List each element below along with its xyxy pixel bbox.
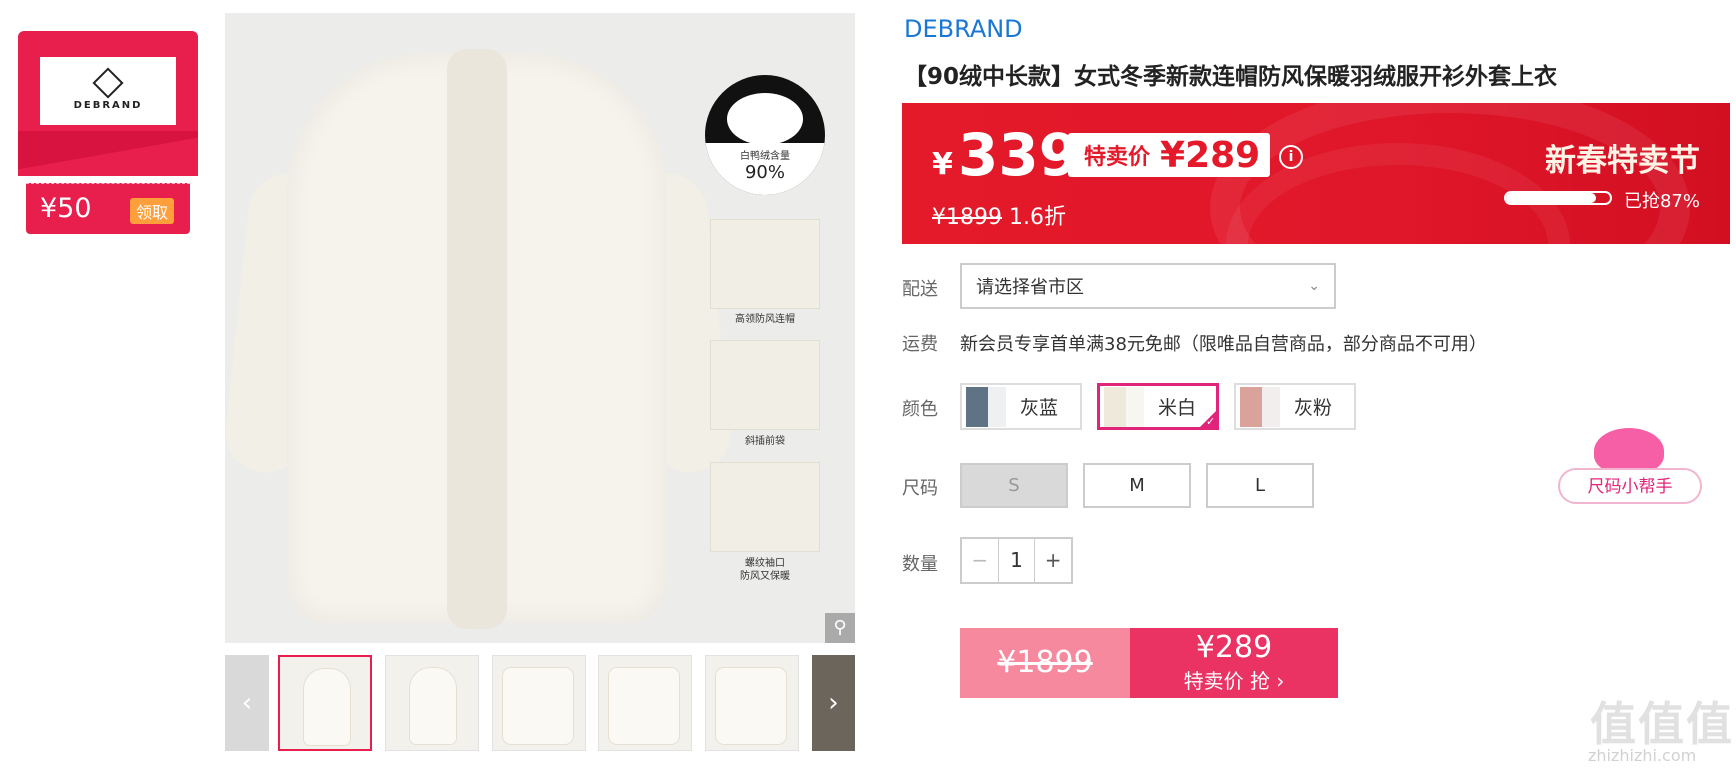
- color-option-label: 灰蓝: [1020, 397, 1059, 419]
- festival-title: 新春特卖节: [1545, 143, 1700, 179]
- special-price-value: ¥289: [1160, 134, 1261, 176]
- buy-price: ¥289: [1195, 630, 1273, 665]
- shipping-label: 运费: [902, 334, 938, 355]
- chevron-down-icon: ⌄: [1308, 278, 1320, 294]
- buy-now-button[interactable]: ¥289 特卖价 抢 ›: [1130, 628, 1338, 698]
- thumbnail-1[interactable]: [278, 655, 372, 751]
- color-swatch: [1104, 386, 1144, 427]
- detail-image-pocket: [710, 340, 820, 430]
- detail-caption-pocket: 斜插前袋: [745, 436, 785, 447]
- sold-percent: 已抢87%: [1623, 191, 1700, 212]
- check-icon: ✓: [1197, 408, 1219, 430]
- price-currency: ¥: [932, 147, 953, 182]
- quantity-stepper: − 1 +: [960, 537, 1073, 584]
- detail-caption-hood: 高领防风连帽: [735, 314, 795, 325]
- thumbnail-4[interactable]: [598, 655, 692, 751]
- coupon-card[interactable]: DEBRAND ¥50 领取: [18, 31, 198, 236]
- quantity-label: 数量: [902, 554, 938, 575]
- quantity-input[interactable]: 1: [999, 539, 1035, 582]
- color-option-gray-blue[interactable]: 灰蓝: [960, 383, 1082, 430]
- brand-logo-mark: [92, 66, 124, 99]
- info-icon[interactable]: i: [1279, 145, 1303, 169]
- detail-image-cuff: [710, 462, 820, 552]
- original-price-row: ¥1899 1.6折: [932, 199, 1066, 231]
- detail-image-hood: [710, 219, 820, 309]
- original-price: ¥1899: [932, 205, 1002, 230]
- brand-link[interactable]: DEBRAND: [904, 15, 1023, 43]
- down-content-label: 白鸭绒含量: [740, 151, 790, 162]
- coupon-amount: ¥50: [40, 193, 92, 224]
- size-option-l[interactable]: L: [1206, 463, 1314, 508]
- discount-rate: 1.6折: [1009, 205, 1066, 230]
- color-swatch: [966, 386, 1006, 427]
- price-banner: ¥ 339 特卖价 ¥289 i ¥1899 1.6折 新春特卖节 已抢87%: [902, 103, 1730, 244]
- thumbnail-5[interactable]: [705, 655, 799, 751]
- size-label: 尺码: [902, 478, 938, 499]
- special-price-tag: 特卖价 ¥289: [1057, 133, 1271, 177]
- region-select[interactable]: 请选择省市区 ⌄: [960, 263, 1336, 309]
- color-option-off-white[interactable]: 米白 ✓: [1097, 383, 1219, 430]
- coupon-top: DEBRAND: [18, 31, 198, 176]
- color-label: 颜色: [902, 399, 938, 420]
- region-select-value: 请选择省市区: [976, 277, 1084, 298]
- product-title: 【90绒中长款】女式冬季新款连帽防风保暖羽绒服开衫外套上衣: [904, 64, 1558, 90]
- chevron-left-icon[interactable]: ‹: [225, 655, 269, 751]
- coupon-claim-button[interactable]: 领取: [129, 198, 174, 224]
- quantity-plus-button[interactable]: +: [1034, 539, 1071, 582]
- buy-action-label: 特卖价 抢 ›: [1183, 669, 1285, 693]
- site-watermark: 值值值: [1590, 697, 1734, 751]
- shipping-text: 新会员专享首单满38元免邮（限唯品自营商品，部分商品不可用）: [960, 334, 1487, 355]
- coupon-fold: [18, 131, 198, 176]
- delivery-label: 配送: [902, 279, 938, 300]
- color-option-label: 米白: [1158, 397, 1197, 419]
- down-content-badge: 白鸭绒含量 90%: [705, 75, 825, 195]
- buy-original-price-text: ¥1899: [997, 645, 1093, 680]
- special-price-label: 特卖价: [1084, 145, 1151, 170]
- down-fluff-image: [727, 93, 803, 145]
- thumbnail-2[interactable]: [385, 655, 479, 751]
- color-option-gray-pink[interactable]: 灰粉: [1234, 383, 1356, 430]
- sold-progress-fill: [1506, 193, 1597, 203]
- main-product-image[interactable]: 白鸭绒含量 90% 高领防风连帽 斜插前袋 螺纹袖口 防风又保暖 ⚲: [225, 13, 855, 643]
- sold-progress-bar: [1504, 191, 1612, 205]
- thumbnail-3[interactable]: [492, 655, 586, 751]
- quantity-minus-button[interactable]: −: [962, 539, 999, 582]
- color-option-label: 灰粉: [1294, 397, 1333, 419]
- buy-original-price[interactable]: ¥1899: [960, 628, 1130, 698]
- magnifier-icon[interactable]: ⚲: [825, 613, 855, 643]
- size-option-m[interactable]: M: [1083, 463, 1191, 508]
- detail-caption-cuff: 螺纹袖口 防风又保暖: [740, 558, 790, 582]
- size-helper-button[interactable]: 尺码小帮手: [1558, 468, 1702, 504]
- site-watermark-url: zhizhizhi.com: [1588, 746, 1697, 765]
- jacket-placket: [447, 49, 507, 629]
- size-helper[interactable]: 尺码小帮手: [1558, 428, 1702, 508]
- down-content-percent: 90%: [744, 162, 785, 183]
- color-swatch: [1240, 386, 1280, 427]
- coupon-bottom: ¥50 领取: [26, 183, 190, 234]
- chevron-right-icon[interactable]: ›: [812, 655, 855, 751]
- brand-logo: DEBRAND: [40, 57, 176, 125]
- size-option-s[interactable]: S: [960, 463, 1068, 508]
- brand-logo-text: DEBRAND: [73, 99, 143, 111]
